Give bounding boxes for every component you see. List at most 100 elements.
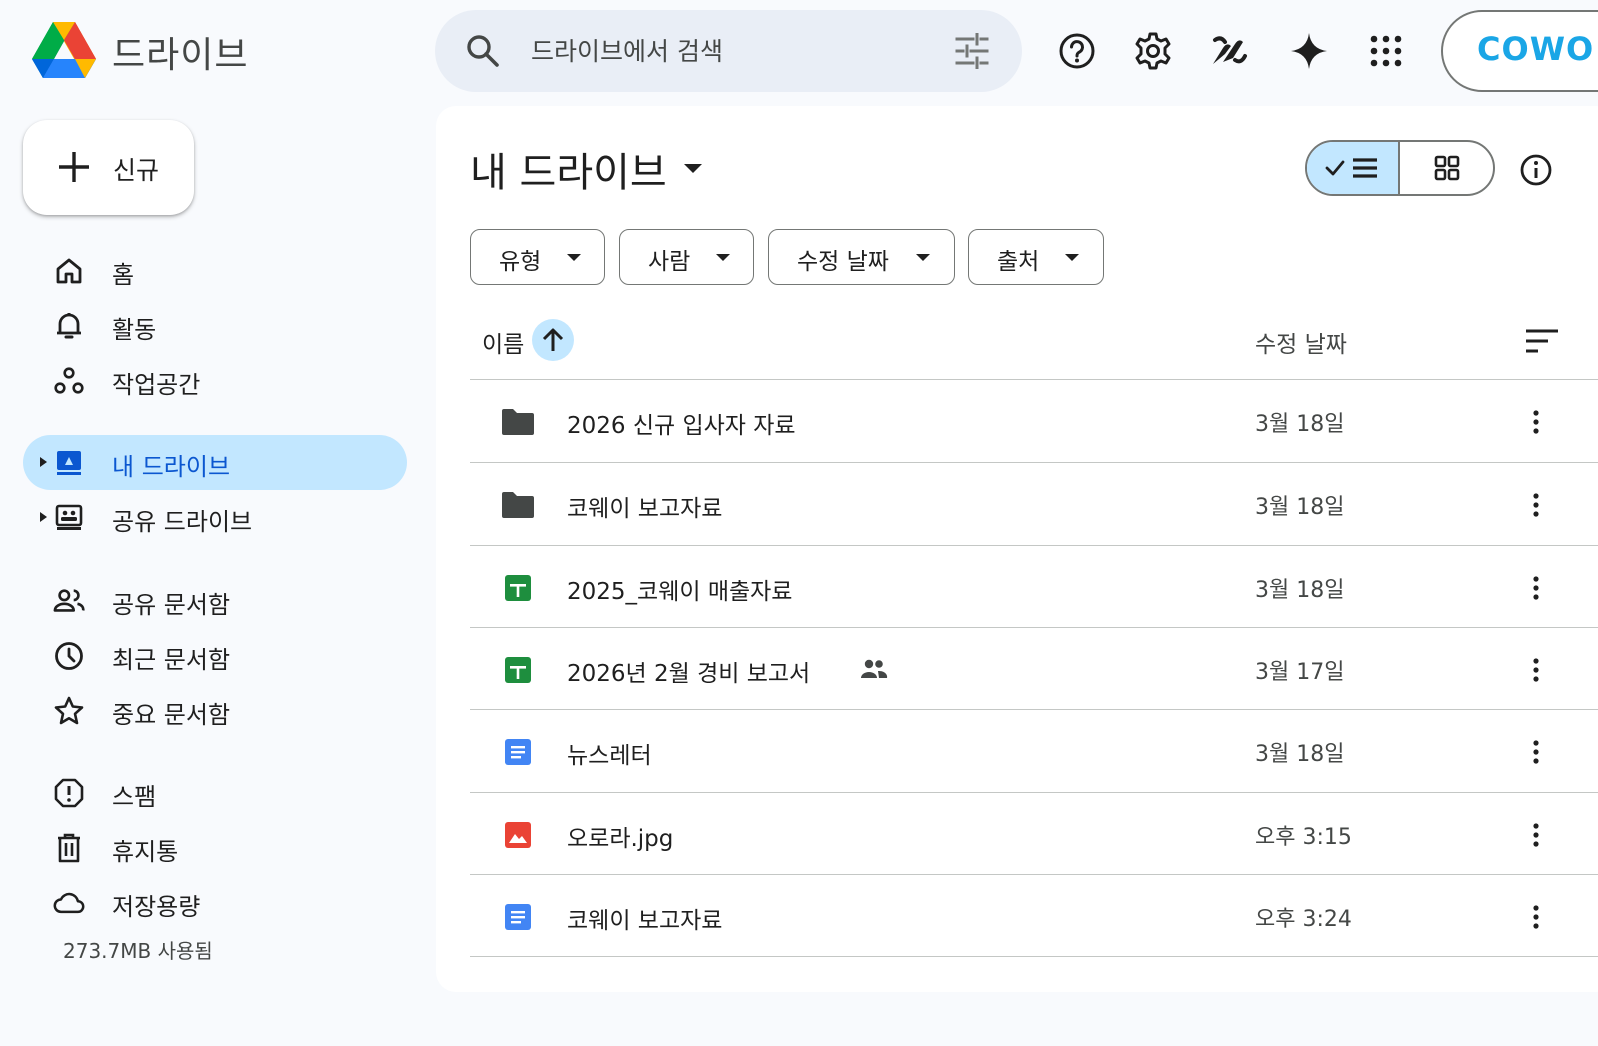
chip-label: 수정 날짜 <box>797 249 889 275</box>
new-button-label: 신규 <box>113 156 160 185</box>
page-title[interactable]: 내 드라이브 <box>470 140 667 198</box>
sort-direction-button[interactable] <box>532 319 574 361</box>
file-row[interactable]: 뉴스레터 3월 18일 <box>470 710 1598 792</box>
sparkle-icon[interactable] <box>1286 28 1332 74</box>
search-input[interactable] <box>531 30 931 72</box>
people-icon <box>53 585 85 617</box>
apps-grid-icon[interactable] <box>1363 28 1409 74</box>
column-header-modified[interactable]: 수정 날짜 <box>1255 325 1347 359</box>
more-options-icon[interactable] <box>1520 485 1552 525</box>
plus-icon <box>59 152 89 182</box>
sidebar-item-activity[interactable]: 활동 <box>23 298 407 353</box>
more-options-icon[interactable] <box>1520 897 1552 937</box>
sidebar-item-label: 작업공간 <box>112 371 201 399</box>
title-dropdown-icon[interactable] <box>682 162 704 174</box>
shared-people-icon <box>861 659 888 678</box>
top-bar: 드라이브 드라이브에서 검색 COWO <box>0 0 1598 104</box>
more-options-icon[interactable] <box>1520 815 1552 855</box>
trash-icon <box>53 832 85 864</box>
google-sheets-icon <box>500 653 536 687</box>
chevron-down-icon <box>567 254 581 261</box>
sidebar-item-recent[interactable]: 최근 문서함 <box>23 628 407 683</box>
grid-view-button[interactable] <box>1400 142 1493 194</box>
sidebar-item-label: 홈 <box>112 261 135 289</box>
sidebar-item-shared-with-me[interactable]: 공유 문서함 <box>23 573 407 628</box>
file-modified-date: 3월 17일 <box>1255 660 1345 685</box>
chip-label: 출처 <box>997 249 1040 275</box>
chip-label: 사람 <box>648 249 691 275</box>
file-row[interactable]: 오로라.jpg 오후 3:15 <box>470 793 1598 875</box>
search-options-icon[interactable] <box>953 33 991 69</box>
google-docs-icon <box>500 735 536 769</box>
sidebar-item-label: 공유 문서함 <box>112 591 231 619</box>
sidebar-item-shared-drives[interactable]: 공유 드라이브 <box>23 490 407 545</box>
expand-caret-icon[interactable] <box>37 454 49 470</box>
drive-logo-icon[interactable] <box>32 22 96 80</box>
sidebar-item-label: 중요 문서함 <box>112 701 231 729</box>
workspaces-icon <box>53 365 85 397</box>
sidebar-item-home[interactable]: 홈 <box>23 243 407 298</box>
file-row[interactable]: 코웨이 보고자료 3월 18일 <box>470 463 1598 545</box>
file-name: 코웨이 보고자료 <box>567 908 723 934</box>
sidebar-item-label: 활동 <box>112 316 157 344</box>
account-button[interactable]: COWO <box>1441 10 1598 92</box>
storage-usage-text: 273.7MB 사용됨 <box>63 939 213 963</box>
new-button[interactable]: 신규 <box>23 120 194 215</box>
file-row[interactable]: 2026년 2월 경비 보고서 3월 17일 <box>470 628 1598 710</box>
settings-icon[interactable] <box>1130 28 1176 74</box>
file-name: 2025_코웨이 매출자료 <box>567 579 793 605</box>
column-header-name[interactable]: 이름 <box>482 325 524 359</box>
shared-drive-icon <box>53 502 85 534</box>
sidebar-item-trash[interactable]: 휴지통 <box>23 820 407 875</box>
search-icon[interactable] <box>465 33 501 69</box>
file-row[interactable]: 2026 신규 입사자 자료 3월 18일 <box>470 380 1598 462</box>
bell-icon <box>53 310 85 342</box>
sidebar-item-starred[interactable]: 중요 문서함 <box>23 683 407 738</box>
filter-source-chip[interactable]: 출처 <box>968 229 1104 285</box>
arrow-up-icon <box>542 328 564 351</box>
file-row[interactable]: 2025_코웨이 매출자료 3월 18일 <box>470 546 1598 628</box>
gemini-brand-icon[interactable] <box>1206 28 1252 74</box>
search-bar[interactable] <box>435 10 1022 92</box>
account-label: COWO <box>1477 30 1595 68</box>
row-divider <box>470 956 1598 957</box>
my-drive-icon <box>53 447 85 479</box>
file-name: 코웨이 보고자료 <box>567 496 723 522</box>
more-options-icon[interactable] <box>1520 650 1552 690</box>
sidebar-item-label: 공유 드라이브 <box>112 508 253 536</box>
filter-type-chip[interactable]: 유형 <box>470 229 605 285</box>
clock-icon <box>53 640 85 672</box>
sidebar-item-label: 내 드라이브 <box>112 453 231 481</box>
expand-caret-icon[interactable] <box>37 509 49 525</box>
more-options-icon[interactable] <box>1520 402 1552 442</box>
drive-app: 드라이브 드라이브에서 검색 COWO 신규 홈 활동 작업공간 내 드라이브 … <box>0 0 1598 1046</box>
sidebar-item-workspaces[interactable]: 작업공간 <box>23 353 407 408</box>
main-panel: 내 드라이브 유형 사람 수정 날짜 출처 이름 수정 날짜 2026 신규 입… <box>436 106 1598 992</box>
star-icon <box>53 695 85 727</box>
sidebar-item-storage[interactable]: 저장용량 <box>23 875 407 930</box>
sidebar-item-my-drive[interactable]: 내 드라이브 <box>23 435 407 490</box>
file-row[interactable]: 코웨이 보고자료 오후 3:24 <box>470 875 1598 957</box>
more-options-icon[interactable] <box>1520 568 1552 608</box>
sort-options-icon[interactable] <box>1524 326 1560 356</box>
filter-people-chip[interactable]: 사람 <box>619 229 754 285</box>
home-icon <box>53 255 85 287</box>
sidebar-item-label: 스팸 <box>112 783 157 811</box>
file-modified-date: 오후 3:24 <box>1255 907 1352 932</box>
info-icon[interactable] <box>1516 150 1556 190</box>
sidebar-item-spam[interactable]: 스팸 <box>23 765 407 820</box>
google-sheets-icon <box>500 571 536 605</box>
file-modified-date: 3월 18일 <box>1255 495 1345 520</box>
file-modified-date: 3월 18일 <box>1255 412 1345 437</box>
more-options-icon[interactable] <box>1520 732 1552 772</box>
chevron-down-icon <box>916 254 930 261</box>
help-icon[interactable] <box>1054 28 1100 74</box>
app-title[interactable]: 드라이브 <box>112 26 248 78</box>
folder-icon <box>500 405 536 439</box>
filter-modified-chip[interactable]: 수정 날짜 <box>768 229 955 285</box>
file-modified-date: 3월 18일 <box>1255 742 1345 767</box>
list-view-button[interactable] <box>1307 142 1401 194</box>
cloud-icon <box>53 887 85 919</box>
file-modified-date: 3월 18일 <box>1255 578 1345 603</box>
chip-label: 유형 <box>499 249 542 275</box>
